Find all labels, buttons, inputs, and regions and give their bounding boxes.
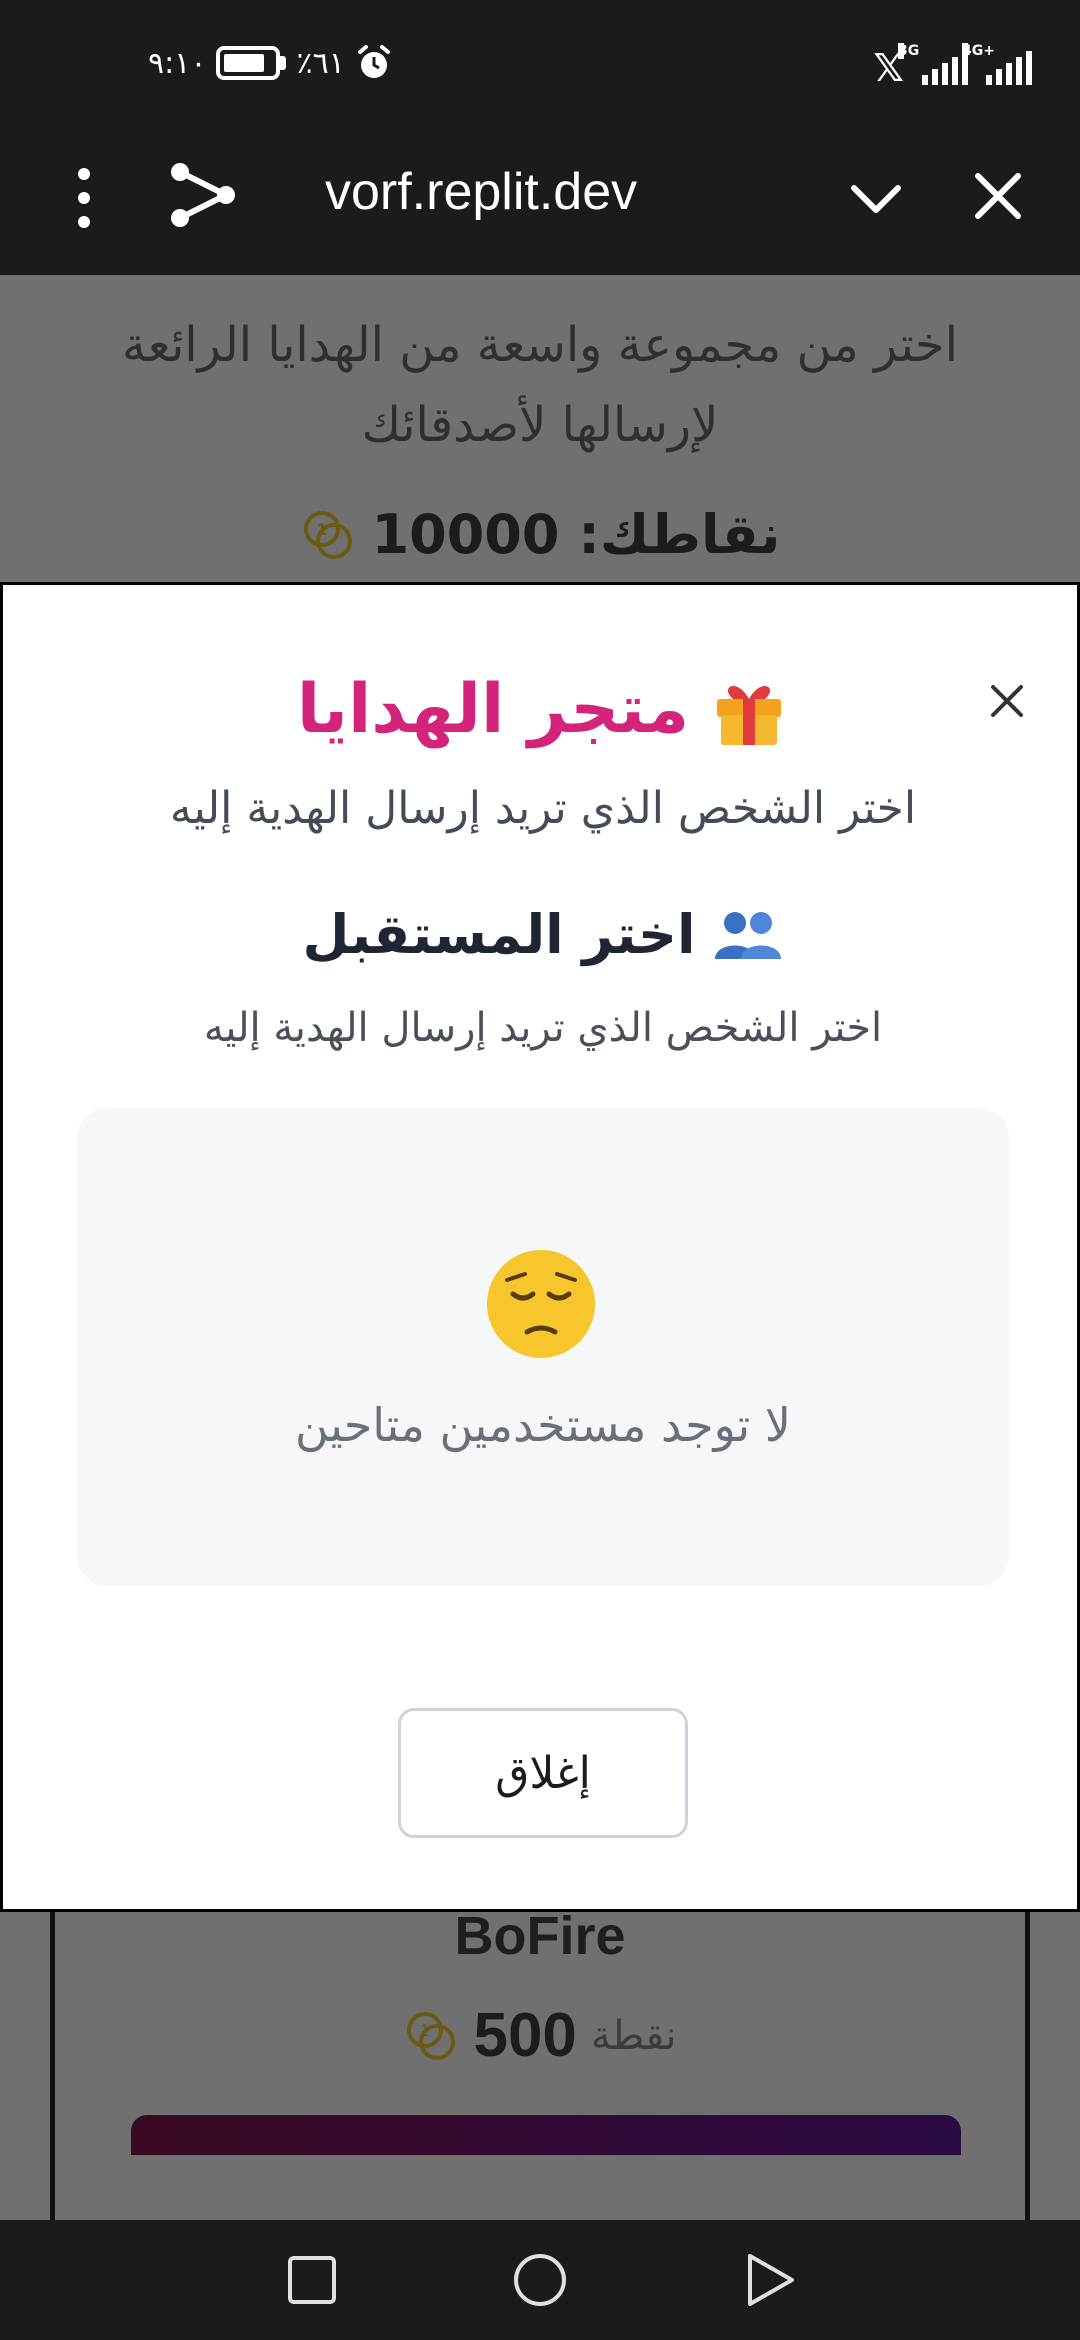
price-unit: نقطة — [590, 2012, 677, 2059]
svg-text:1: 1 — [420, 2021, 430, 2040]
status-bar: ٩:١٠ ٪٦١ 𝕏 3G 4G+ — [0, 0, 1080, 130]
coins-icon: 1 — [303, 510, 352, 559]
status-right: 𝕏 3G 4G+ — [873, 43, 1032, 90]
share-icon[interactable] — [168, 160, 238, 230]
battery-percent: ٪٦١ — [296, 45, 345, 81]
url-text[interactable]: vorf.replit.dev — [325, 162, 637, 222]
gift-card-name: BoFire — [454, 1906, 626, 1966]
empty-message: لا توجد مستخدمين متاحين — [294, 1398, 792, 1452]
alarm-icon — [357, 45, 390, 78]
modal-title: متجر الهدايا — [3, 669, 1080, 749]
status-left: ٩:١٠ ٪٦١ — [148, 44, 393, 82]
close-icon[interactable] — [968, 166, 1028, 226]
browser-toolbar: vorf.replit.dev — [0, 130, 1080, 275]
battery-cap — [280, 56, 287, 70]
pensive-face-icon — [487, 1250, 595, 1358]
menu-dots-icon[interactable] — [74, 168, 94, 228]
people-icon — [715, 911, 782, 959]
gift-card-bofire: BoFire نقطة 500 1 — [50, 1905, 1030, 2235]
network-3g-label: 3G — [898, 43, 920, 59]
svg-text:1: 1 — [316, 520, 327, 539]
home-icon[interactable] — [510, 2250, 570, 2310]
points-label: نقاطك: 10000 — [371, 503, 781, 566]
gift-store-modal: متجر الهدايا اختر الشخص الذي تريد إرسال … — [0, 582, 1080, 1912]
section-title: اختر المستقبل — [3, 903, 1080, 966]
background-description: اختر من مجموعة واسعة من الهدايا الرائعة … — [122, 317, 958, 453]
coins-icon: 1 — [407, 2011, 456, 2060]
gift-card-send-button — [131, 2115, 961, 2155]
signal-4g-icon: 4G+ — [962, 43, 1032, 85]
section-title-text: اختر المستقبل — [302, 903, 696, 966]
background-points: نقاطك: 10000 1 — [0, 503, 1080, 566]
modal-title-text: متجر الهدايا — [296, 669, 690, 749]
recipients-empty-state: لا توجد مستخدمين متاحين — [77, 1108, 1009, 1586]
price-value: 500 — [473, 2001, 577, 2070]
network-4g-label: 4G+ — [962, 43, 995, 59]
system-nav-bar — [0, 2220, 1080, 2340]
gift-icon — [717, 685, 782, 745]
status-time: ٩:١٠ — [148, 45, 207, 81]
back-icon[interactable] — [740, 2250, 800, 2310]
chevron-down-icon[interactable] — [848, 170, 904, 226]
section-subtitle: اختر الشخص الذي تريد إرسال الهدية إليه — [203, 1005, 883, 1051]
modal-subtitle: اختر الشخص الذي تريد إرسال الهدية إليه — [169, 783, 917, 834]
gift-card-price: نقطة 500 1 — [55, 2000, 1025, 2071]
recent-apps-icon[interactable] — [282, 2250, 342, 2310]
battery-icon — [216, 46, 281, 80]
close-button[interactable]: إغلاق — [398, 1708, 688, 1838]
